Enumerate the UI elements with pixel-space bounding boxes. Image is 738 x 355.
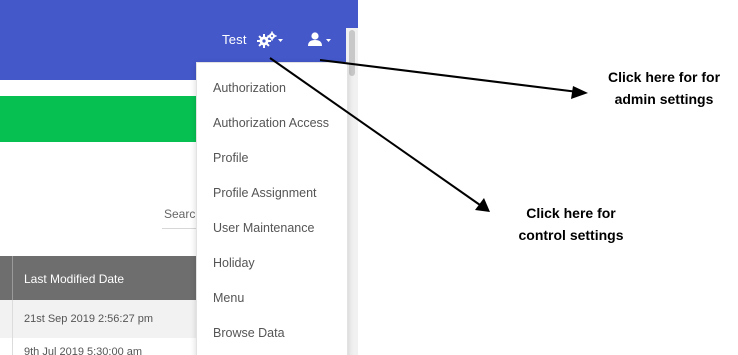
callout-text: admin settings [614, 91, 714, 107]
admin-settings-callout: Click here for for admin settings [590, 66, 738, 110]
control-arrow-line [269, 57, 481, 206]
annotation-arrows [269, 57, 588, 212]
admin-arrow-line [319, 59, 579, 93]
callout-text: Click here for for [607, 69, 721, 85]
callout-text: Click here for [526, 205, 616, 221]
callout-text: control settings [518, 227, 624, 243]
admin-arrow-head [571, 86, 588, 99]
control-settings-callout: Click here for control settings [480, 202, 662, 246]
